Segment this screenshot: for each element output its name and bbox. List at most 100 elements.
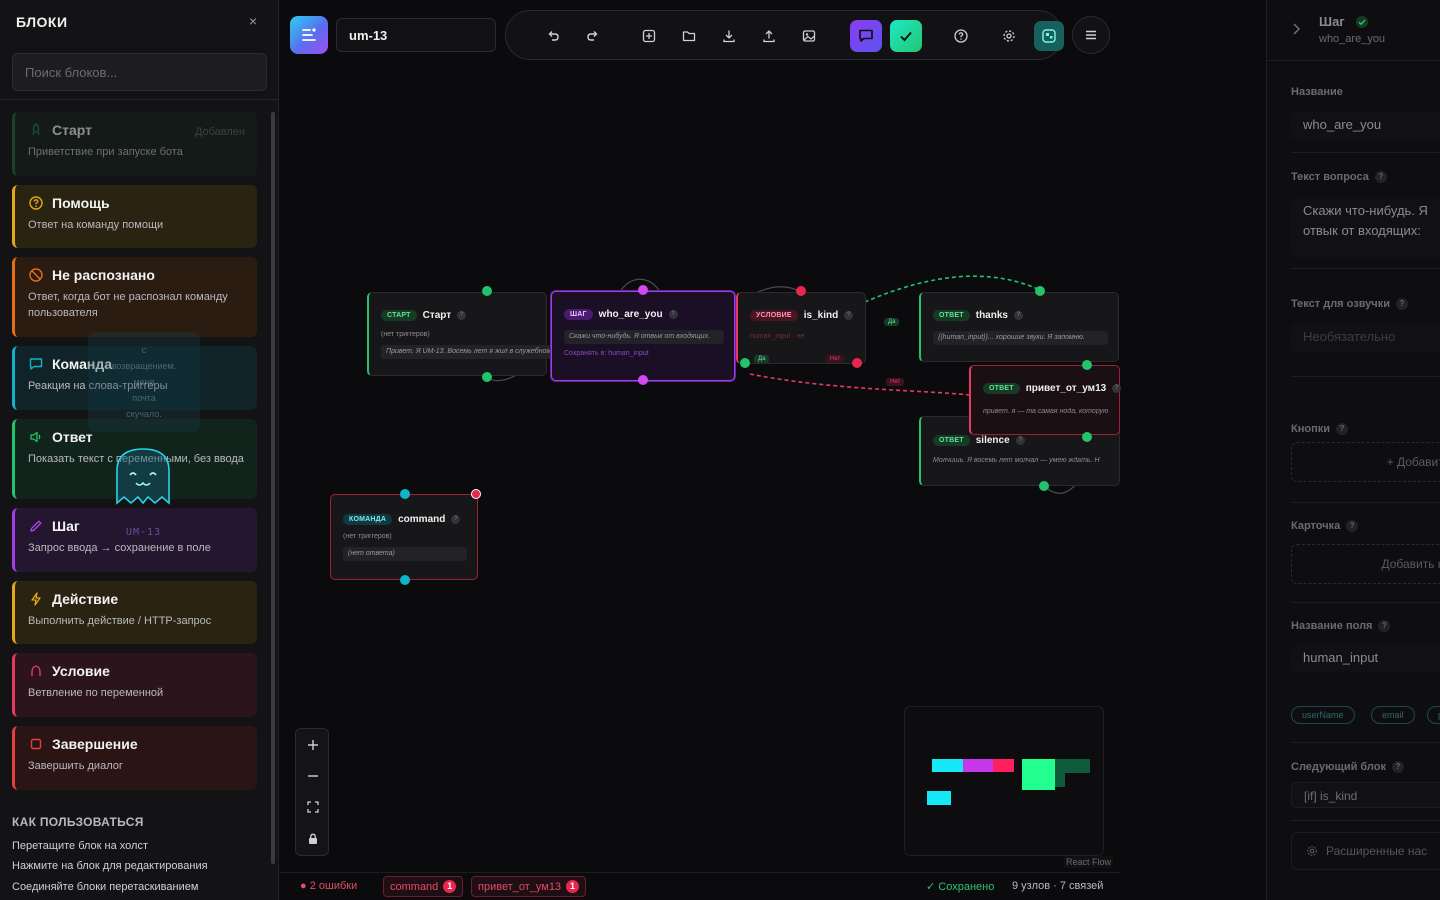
help-icon[interactable]: ?	[1378, 620, 1391, 632]
help-icon[interactable]: ?	[1346, 520, 1359, 532]
suggestion-chip[interactable]: email	[1371, 706, 1415, 724]
handle-command-bottom[interactable]	[400, 575, 410, 585]
hamburger-menu-button[interactable]	[1072, 16, 1110, 54]
block-search-input[interactable]	[12, 53, 267, 91]
chat-preview-button[interactable]	[850, 20, 882, 52]
block-description: Ответ, когда бот не распознал команду по…	[28, 291, 228, 319]
sidebar-scrollbar[interactable]	[271, 112, 275, 864]
help-icon[interactable]: ?	[1015, 436, 1025, 445]
zoom-in-button[interactable]	[296, 729, 330, 761]
export-image-button[interactable]	[798, 25, 820, 47]
error-chip-privet[interactable]: привет_от_ум13 1	[471, 876, 587, 897]
node-thanks[interactable]: ОТВЕТ thanks ? {{human_input}}... хороши…	[919, 292, 1119, 362]
node-command[interactable]: КОМАНДА command ? (нет триггеров) (нет о…	[330, 494, 478, 580]
zoom-out-button[interactable]	[296, 760, 330, 792]
yes-label: Да	[754, 355, 770, 363]
voice-input[interactable]: Необязательно	[1291, 324, 1440, 352]
fit-view-button[interactable]	[296, 791, 330, 823]
handle-command-top[interactable]	[400, 489, 410, 499]
block-step[interactable]: Шаг Запрос ввода → сохранение в поле	[12, 508, 257, 572]
help-icon[interactable]: ?	[457, 311, 467, 320]
plus-icon	[308, 740, 318, 750]
theme-toggle-button[interactable]	[1034, 21, 1064, 51]
handle-silence-bottom[interactable]	[1039, 481, 1049, 491]
node-title: Старт	[422, 310, 452, 321]
open-project-button[interactable]	[678, 25, 700, 47]
node-type-badge: СТАРТ	[381, 310, 417, 321]
add-card-button[interactable]: Добавить ка	[1291, 544, 1440, 584]
handle-privet-top[interactable]	[1082, 360, 1092, 370]
help-icon[interactable]: ?	[844, 311, 854, 320]
question-label: Текст вопроса?	[1291, 171, 1387, 183]
react-flow-attribution[interactable]: React Flow	[1064, 856, 1114, 868]
lock-button[interactable]	[296, 823, 330, 855]
block-action[interactable]: Действие Выполнить действие / HTTP-запро…	[12, 581, 257, 644]
help-icon[interactable]: ?	[451, 515, 461, 524]
divider	[1291, 268, 1440, 269]
validate-button[interactable]	[890, 20, 922, 52]
add-button-button[interactable]: + Добавить	[1291, 442, 1440, 482]
project-name-field[interactable]: um-13	[336, 18, 496, 52]
handle-who-bottom[interactable]	[638, 375, 648, 385]
question-textarea[interactable]: Скажи что-нибудь. Я отвык от входящих:	[1291, 198, 1440, 258]
branch-icon	[28, 663, 44, 679]
handle-start-top[interactable]	[482, 286, 492, 296]
app-logo-button[interactable]	[290, 16, 328, 54]
handle-cond-yes[interactable]	[740, 358, 750, 368]
add-node-button[interactable]	[638, 25, 660, 47]
chevron-right-icon[interactable]	[1291, 22, 1301, 36]
node-start[interactable]: СТАРТ Старт ? (нет триггеров) Привет. Я …	[367, 292, 591, 376]
help-icon[interactable]: ?	[1374, 171, 1387, 183]
handle-cond-top[interactable]	[796, 286, 806, 296]
settings-button[interactable]	[998, 25, 1020, 47]
error-chip-command[interactable]: command 1	[383, 876, 464, 897]
block-description: Приветствие при запуске бота	[28, 146, 183, 158]
block-help[interactable]: Помощь Ответ на команду помощи	[12, 185, 257, 248]
folder-icon	[682, 31, 696, 42]
block-description: Ветвление по переменной	[28, 687, 164, 699]
help-icon[interactable]: ?	[1391, 761, 1404, 773]
handle-silence-top[interactable]	[1082, 432, 1092, 442]
handle-who-top[interactable]	[638, 285, 648, 295]
node-privet[interactable]: ОТВЕТ привет_от_ум13 ? привет. я — та са…	[969, 365, 1122, 435]
node-who-are-you[interactable]: ШАГ who_are_you ? Скажи что-нибудь. Я от…	[551, 291, 735, 381]
mascot-tag: UM-13	[126, 527, 162, 538]
check-icon	[900, 31, 912, 42]
handle-start-bottom[interactable]	[482, 372, 492, 382]
error-marker[interactable]	[471, 489, 481, 499]
download-button[interactable]	[718, 25, 740, 47]
close-sidebar-button[interactable]: ×	[249, 13, 257, 29]
rocket-icon	[28, 122, 44, 138]
minimap[interactable]	[904, 706, 1104, 856]
field-name-input[interactable]: human_input	[1291, 645, 1440, 673]
help-icon[interactable]: ?	[1013, 311, 1023, 320]
undo-button[interactable]	[542, 25, 564, 47]
node-title: command	[398, 514, 446, 525]
error-count[interactable]: ● 2 ошибки	[300, 880, 357, 892]
chat-icon	[859, 29, 873, 42]
help-icon[interactable]: ?	[668, 310, 678, 319]
name-input[interactable]: who_are_you	[1291, 112, 1440, 140]
redo-button[interactable]	[582, 25, 604, 47]
node-is-kind[interactable]: УСЛОВИЕ is_kind ? human_input · не Да Не…	[736, 292, 866, 364]
block-condition[interactable]: Условие Ветвление по переменной	[12, 653, 257, 717]
help-icon[interactable]: ?	[1336, 423, 1348, 435]
block-start[interactable]: Старт Приветствие при запуске бота Добав…	[12, 112, 257, 176]
howto-item: Нажмите на блок для редактирования	[12, 860, 208, 872]
node-body: {{human_input}}... хорошие звуки. Я запо…	[933, 331, 1108, 345]
next-block-select[interactable]: [if] is_kind	[1291, 782, 1440, 808]
advanced-settings-button[interactable]: Расширенные нас	[1291, 832, 1440, 870]
suggestion-chip[interactable]: p	[1427, 706, 1440, 724]
upload-button[interactable]	[758, 25, 780, 47]
handle-thanks-top[interactable]	[1035, 286, 1045, 296]
help-button[interactable]	[950, 25, 972, 47]
block-end[interactable]: Завершение Завершить диалог	[12, 726, 257, 790]
node-title: is_kind	[803, 310, 839, 321]
block-unknown[interactable]: Не распознано Ответ, когда бот не распоз…	[12, 257, 257, 337]
help-icon[interactable]: ?	[1395, 298, 1408, 310]
help-icon[interactable]: ?	[1112, 384, 1122, 393]
suggestion-chip[interactable]: userName	[1291, 706, 1355, 724]
main-toolbar	[505, 10, 1064, 60]
handle-cond-no[interactable]	[852, 358, 862, 368]
block-name: Действие	[52, 591, 119, 607]
